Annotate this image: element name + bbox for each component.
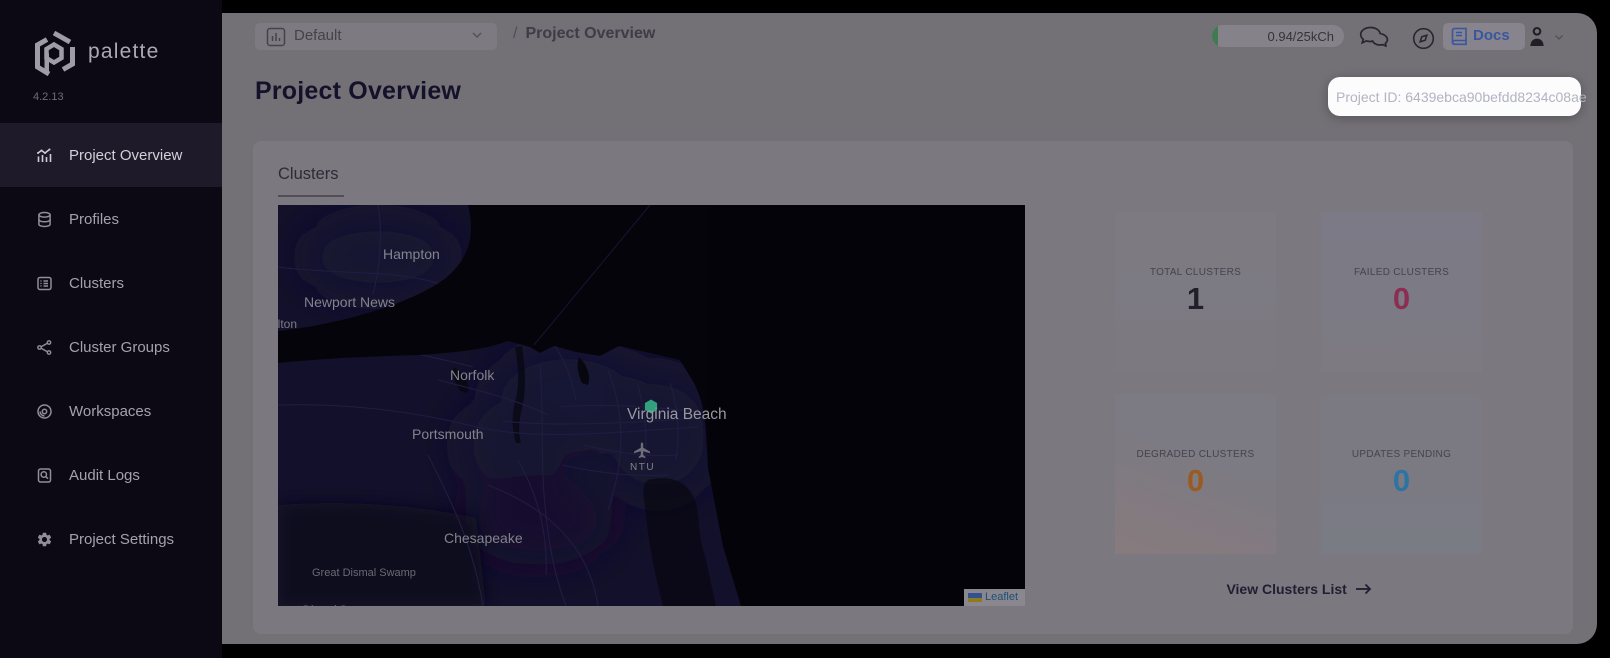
svg-text:reat Dismal Swamp: reat Dismal Swamp <box>281 604 376 606</box>
svg-text:Virginia Beach: Virginia Beach <box>627 406 727 423</box>
svg-text:Portsmouth: Portsmouth <box>412 426 484 442</box>
svg-text:NTU: NTU <box>630 462 655 473</box>
svg-text:Norfolk: Norfolk <box>450 367 495 383</box>
svg-text:Great Dismal Swamp: Great Dismal Swamp <box>312 567 416 579</box>
svg-text:llton: llton <box>278 317 297 331</box>
svg-text:Chesapeake: Chesapeake <box>444 530 523 546</box>
svg-text:Hampton: Hampton <box>383 246 440 262</box>
svg-text:Newport News: Newport News <box>304 294 395 310</box>
